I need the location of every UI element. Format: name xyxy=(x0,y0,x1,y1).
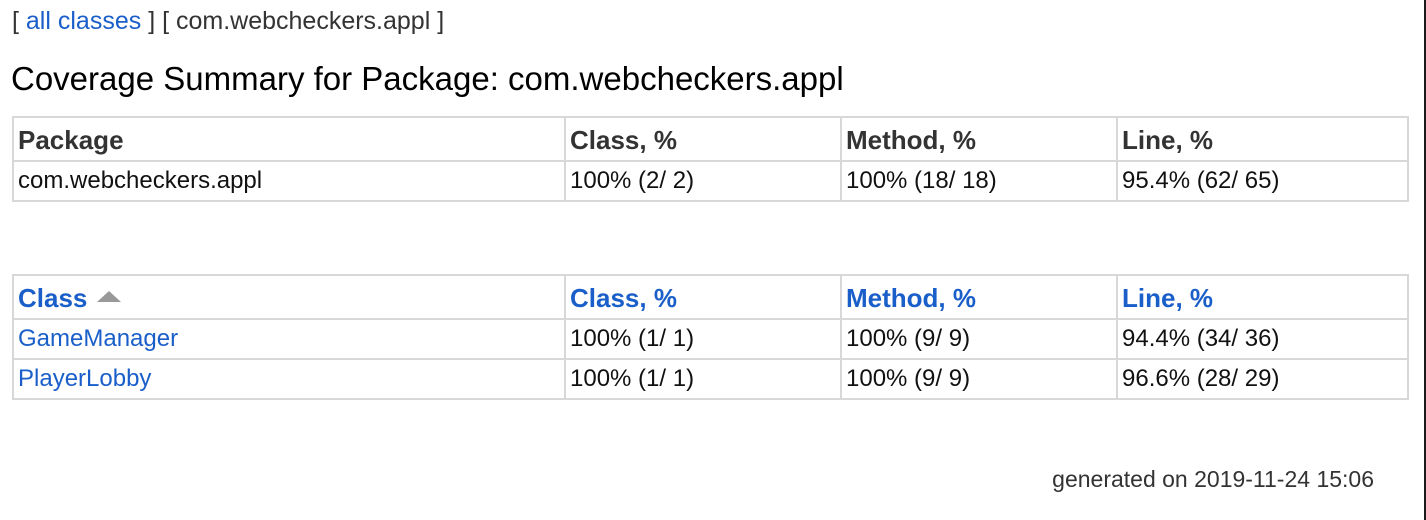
package-table-header-row: Package Class, % Method, % Line, % xyxy=(12,116,1409,162)
class-link-gamemanager[interactable]: GameManager xyxy=(18,325,178,352)
breadcrumb-current-package: com.webcheckers.appl xyxy=(175,7,431,35)
line-percent-sort-header[interactable]: Line, % xyxy=(1116,274,1409,320)
method-coverage-cell: 100% (9/ 9) xyxy=(840,318,1118,360)
class-percent-sort-header[interactable]: Class, % xyxy=(564,274,842,320)
line-coverage-cell: 94.4% (34/ 36) xyxy=(1116,318,1409,360)
class-coverage-cell: 100% (1/ 1) xyxy=(564,318,842,360)
class-name-cell: GameManager xyxy=(12,318,566,360)
breadcrumb: [ all classes ] [ com.webcheckers.appl ] xyxy=(12,4,444,38)
method-percent-column-header: Method, % xyxy=(840,116,1118,162)
class-sort-link[interactable]: Class xyxy=(18,283,87,313)
breadcrumb-open-bracket: [ xyxy=(12,7,19,35)
all-classes-link[interactable]: all classes xyxy=(26,7,141,35)
package-column-header: Package xyxy=(12,116,566,162)
class-percent-column-header: Class, % xyxy=(564,116,842,162)
table-row: com.webcheckers.appl 100% (2/ 2) 100% (1… xyxy=(12,160,1409,202)
line-percent-sort-link[interactable]: Line, % xyxy=(1122,283,1213,313)
method-coverage-cell: 100% (18/ 18) xyxy=(840,160,1118,202)
method-percent-sort-header[interactable]: Method, % xyxy=(840,274,1118,320)
generated-timestamp: generated on 2019-11-24 15:06 xyxy=(1052,466,1374,492)
method-percent-sort-link[interactable]: Method, % xyxy=(846,283,976,313)
class-coverage-cell: 100% (1/ 1) xyxy=(564,358,842,400)
class-percent-sort-link[interactable]: Class, % xyxy=(570,283,677,313)
class-name-cell: PlayerLobby xyxy=(12,358,566,400)
table-row: GameManager 100% (1/ 1) 100% (9/ 9) 94.4… xyxy=(12,318,1409,360)
breadcrumb-separator: ] [ xyxy=(148,7,170,35)
class-link-playerlobby[interactable]: PlayerLobby xyxy=(18,365,151,392)
breadcrumb-close-bracket: ] xyxy=(437,7,445,35)
package-name-cell: com.webcheckers.appl xyxy=(12,160,566,202)
line-percent-column-header: Line, % xyxy=(1116,116,1409,162)
page-title: Coverage Summary for Package: com.webche… xyxy=(11,60,844,97)
class-column-header[interactable]: Class xyxy=(12,274,566,320)
line-coverage-cell: 96.6% (28/ 29) xyxy=(1116,358,1409,400)
line-coverage-cell: 95.4% (62/ 65) xyxy=(1116,160,1409,202)
table-row: PlayerLobby 100% (1/ 1) 100% (9/ 9) 96.6… xyxy=(12,358,1409,400)
class-coverage-table: Class Class, % Method, % Line, % GameMan… xyxy=(12,274,1409,400)
class-table-header-row: Class Class, % Method, % Line, % xyxy=(12,274,1409,320)
package-summary-table: Package Class, % Method, % Line, % com.w… xyxy=(12,116,1409,202)
sort-ascending-icon xyxy=(97,290,122,302)
class-coverage-cell: 100% (2/ 2) xyxy=(564,160,842,202)
method-coverage-cell: 100% (9/ 9) xyxy=(840,358,1118,400)
